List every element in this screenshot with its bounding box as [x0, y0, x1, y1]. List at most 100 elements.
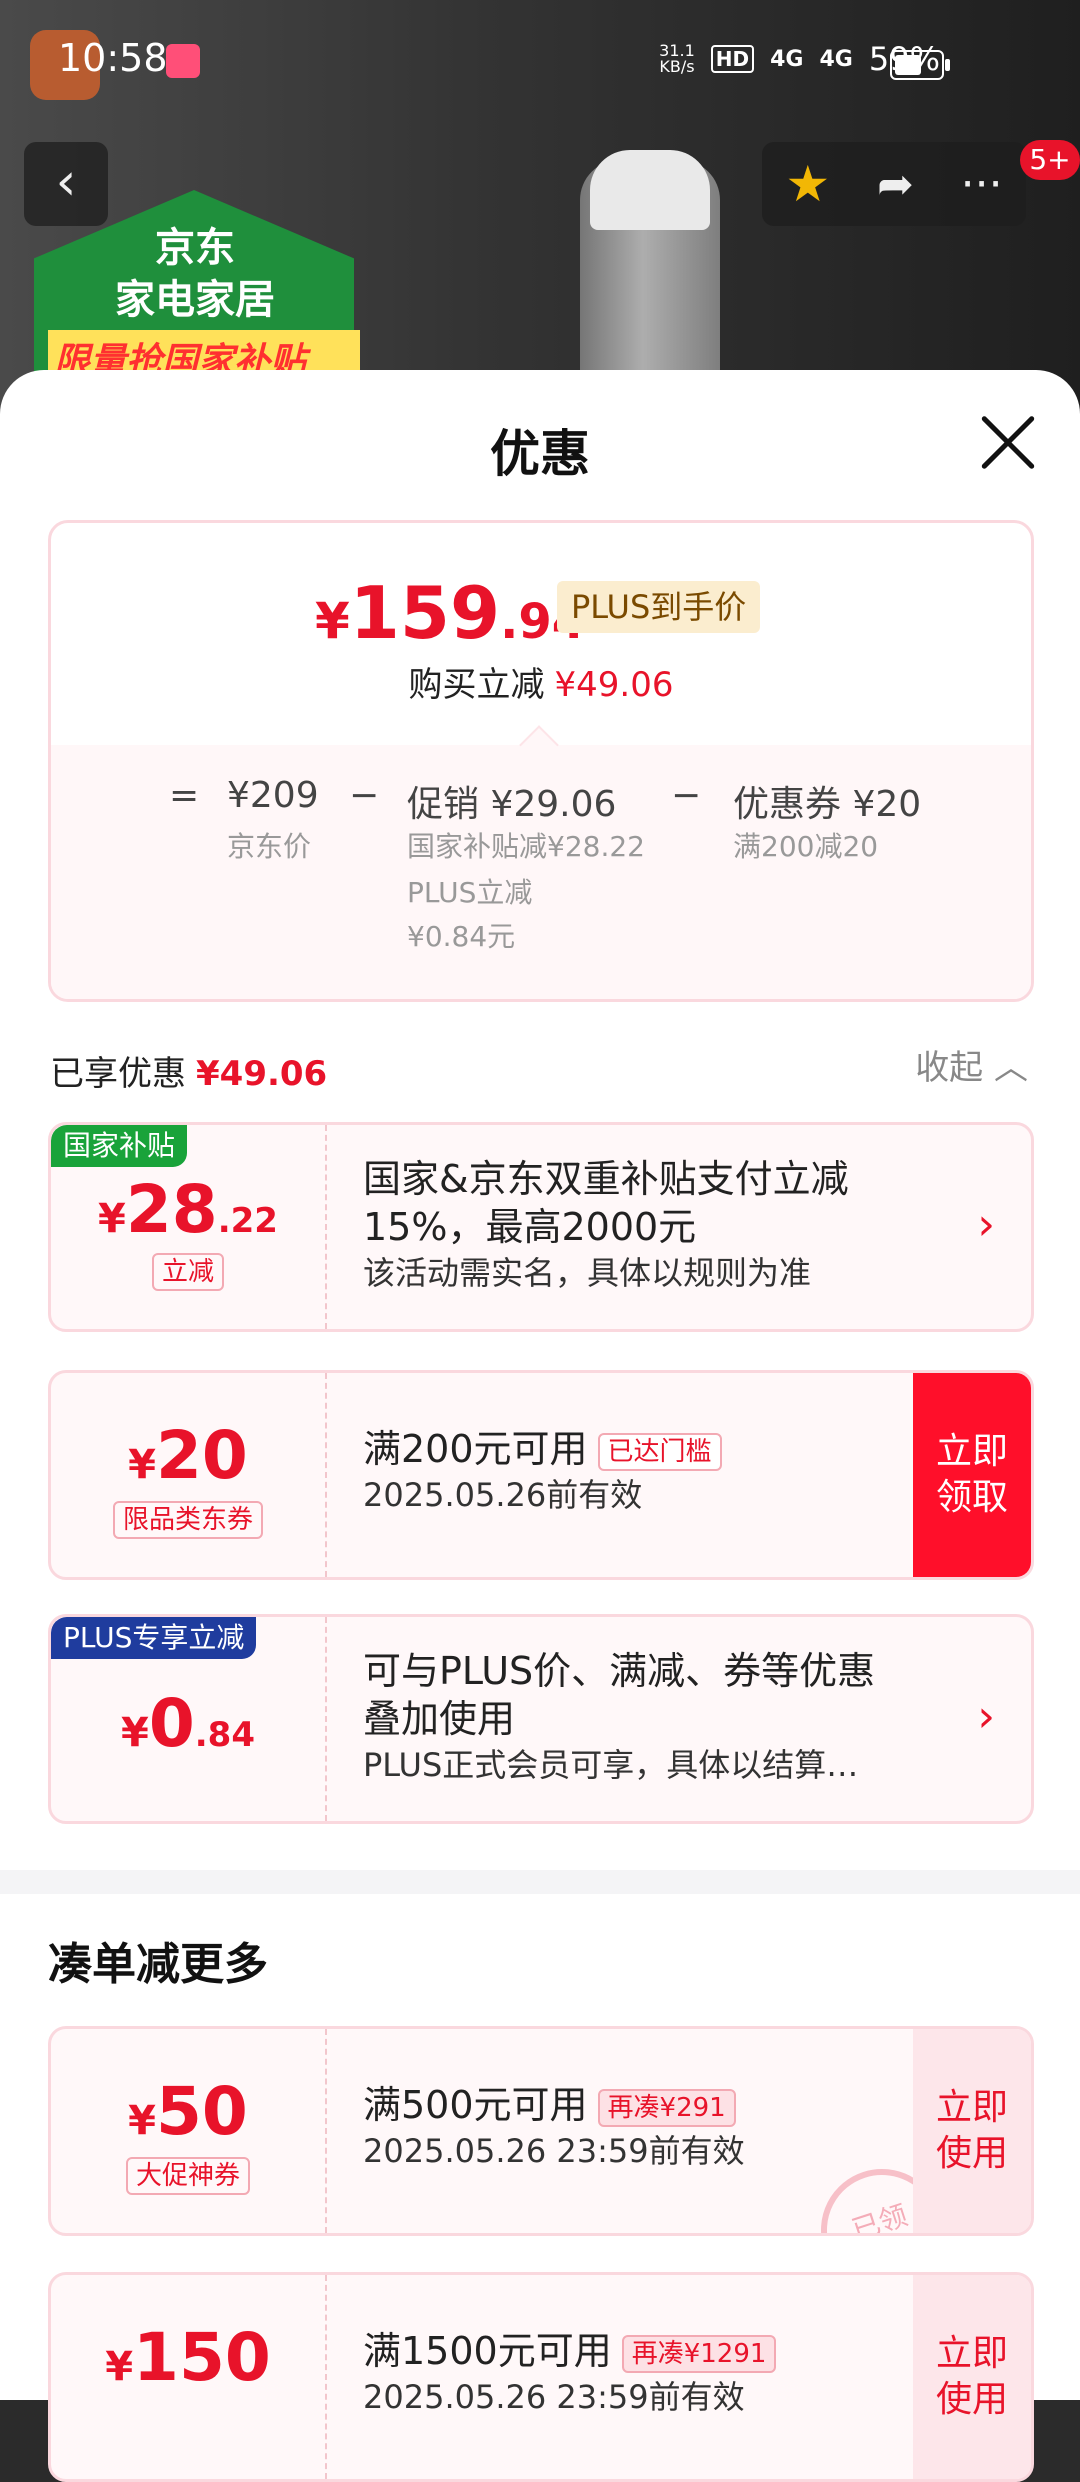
coupon-line1: 满1500元可用 — [363, 2329, 612, 2373]
coupon-validity: 2025.05.26 23:59前有效 — [363, 2378, 745, 2416]
chevron-right-icon[interactable]: › — [977, 1691, 995, 1742]
jd-price: ¥209 — [227, 775, 319, 816]
coupon-validity: 2025.05.26前有效 — [363, 1476, 643, 1514]
coupon-integer: 0 — [148, 1685, 195, 1762]
discount-sheet: 优惠 ¥159.94 PLUS到手价 购买立减 ¥49.06 = ¥209 京东价… — [0, 370, 1080, 2482]
coupon-line1: 满200元可用 — [363, 1427, 588, 1471]
coupon-tag-label: 立减 — [151, 1253, 224, 1291]
buy-reduce-line: 购买立减 ¥49.06 — [51, 657, 1031, 706]
message-badge: 5+ — [1020, 140, 1080, 180]
price-top: ¥159.94 PLUS到手价 购买立减 ¥49.06 — [51, 523, 1031, 745]
coupon-amount: ¥50 — [51, 2073, 325, 2150]
coupon-card-plus[interactable]: PLUS专享立减 ¥0.84 可与PLUS价、满减、券等优惠 叠加使用 PLUS… — [48, 1614, 1034, 1824]
coupon-description: 可与PLUS价、满减、券等优惠 叠加使用 PLUS正式会员可享，具体以结算… — [363, 1647, 943, 1787]
final-price: ¥159.94 — [315, 571, 585, 655]
plus-price-tag: PLUS到手价 — [557, 581, 761, 633]
coupon-integer: 28 — [125, 1171, 218, 1248]
promo-sub-plus: PLUS立减 — [407, 876, 533, 909]
battery-nub — [945, 59, 950, 71]
use-now-button[interactable]: 立即使用 — [913, 2029, 1031, 2233]
net-speed-unit: KB/s — [659, 57, 695, 76]
price-summary-card: ¥159.94 PLUS到手价 购买立减 ¥49.06 = ¥209 京东价 − … — [48, 520, 1034, 1002]
house-line1: 京东 — [155, 225, 235, 271]
house-logo-text: 京东 家电家居 — [60, 222, 330, 326]
coupon-tag: 大促神券 — [51, 2157, 325, 2195]
jd-price-label: 京东价 — [227, 830, 312, 863]
equals-sign: = — [169, 775, 200, 816]
coupon-symbol: ¥ — [128, 1442, 156, 1488]
coupon-amount: ¥150 — [51, 2319, 325, 2396]
coupon-amount: 优惠券 ¥20 — [733, 784, 922, 825]
coupon-card-category: ¥20 限品类东券 满200元可用 已达门槛 2025.05.26前有效 立即领取 — [48, 1370, 1034, 1580]
price-symbol: ¥ — [315, 592, 350, 650]
coupon-tag-label: 限品类东券 — [112, 1501, 263, 1539]
add-more-tag: 再凑¥1291 — [621, 2334, 777, 2373]
coupon-condition: 满200减20 — [733, 830, 879, 863]
signal-icon-2: 4G — [819, 46, 853, 72]
subsidy-corner-tag: 国家补贴 — [51, 1125, 188, 1167]
close-icon[interactable] — [978, 412, 1038, 472]
coupon-integer: 150 — [133, 2319, 271, 2396]
house-line2: 家电家居 — [115, 277, 275, 323]
favorite-star-icon[interactable]: ★ — [785, 155, 830, 213]
collapse-button[interactable]: 收起 ︿ — [915, 1040, 1028, 1089]
coupon-tag: 限品类东券 — [51, 1501, 325, 1539]
use-now-button[interactable]: 立即使用 — [913, 2275, 1031, 2479]
coupon-symbol: ¥ — [128, 2098, 156, 2144]
buy-reduce-amount: ¥49.06 — [554, 665, 674, 705]
status-time: 10:58 — [58, 36, 168, 80]
sheet-title: 优惠 — [490, 425, 590, 483]
coupon-description: 满1500元可用 再凑¥1291 2025.05.26 23:59前有效 — [363, 2327, 943, 2419]
coupon-amount: ¥28.22 — [51, 1171, 325, 1248]
coupon-validity: 2025.05.26 23:59前有效 — [363, 2132, 745, 2170]
coupon-symbol: ¥ — [105, 2344, 134, 2390]
coupon-description: 国家&京东双重补贴支付立减 15%，最高2000元 该活动需实名，具体以规则为准 — [363, 1155, 943, 1295]
claim-now-button[interactable]: 立即领取 — [913, 1373, 1031, 1577]
coupon-description: 满500元可用 再凑¥291 2025.05.26 23:59前有效 — [363, 2081, 943, 2173]
claim-now-label: 立即领取 — [935, 1431, 1008, 1518]
coupon-amount: ¥0.84 — [51, 1685, 325, 1762]
use-now-label: 立即使用 — [935, 2087, 1008, 2174]
chevron-right-icon[interactable]: › — [977, 1199, 995, 1250]
coupon-amount: ¥20 — [51, 1417, 325, 1494]
coupon-line1: 可与PLUS价、满减、券等优惠 — [363, 1649, 876, 1693]
net-speed: 31.1 KB/s — [659, 43, 695, 75]
signal-icon-1: 4G — [770, 46, 804, 72]
coupon-line1: 国家&京东双重补贴支付立减 — [363, 1157, 849, 1201]
threshold-reached-tag: 已达门槛 — [597, 1432, 722, 1471]
minus-sign-1: − — [349, 775, 380, 816]
action-group: ★ ➦ ··· — [762, 142, 1026, 226]
coupon-line1: 满500元可用 — [363, 2083, 588, 2127]
enjoyed-amount: ¥49.06 — [196, 1054, 328, 1094]
coupon-divider — [325, 1373, 327, 1577]
add-more-tag: 再凑¥291 — [597, 2088, 736, 2127]
coupon-divider — [325, 1617, 327, 1821]
coupon-divider — [325, 2275, 327, 2479]
coupon-line2: 叠加使用 — [363, 1697, 516, 1741]
coupon-divider — [325, 1125, 327, 1329]
chevron-left-icon: ‹ — [55, 152, 77, 212]
back-button[interactable]: ‹ — [24, 142, 108, 226]
coupon-card-big-promo: ¥50 大促神券 满500元可用 再凑¥291 2025.05.26 23:59前… — [48, 2026, 1034, 2236]
coupon-tag: 立减 — [51, 1253, 325, 1291]
coupon-symbol: ¥ — [120, 1710, 149, 1756]
coupon-card-1500: ¥150 满1500元可用 再凑¥1291 2025.05.26 23:59前有效… — [48, 2272, 1034, 2482]
coupon-divider — [325, 2029, 327, 2233]
minus-sign-2: − — [671, 775, 702, 816]
coupon-card-subsidy[interactable]: 国家补贴 ¥28.22 立减 国家&京东双重补贴支付立减 15%，最高2000元… — [48, 1122, 1034, 1332]
coupon-symbol: ¥ — [98, 1196, 126, 1242]
coupon-tag-label: 大促神券 — [125, 2157, 250, 2195]
hd-icon: HD — [710, 45, 755, 73]
section-gap — [0, 1870, 1080, 1894]
coupon-integer: 50 — [155, 2073, 248, 2150]
coupon-description: 满200元可用 已达门槛 2025.05.26前有效 — [363, 1425, 943, 1517]
more-section-title: 凑单减更多 — [48, 1939, 268, 1990]
use-now-label: 立即使用 — [935, 2333, 1008, 2420]
share-icon[interactable]: ➦ — [877, 159, 914, 210]
promo-sub-plus-amount: ¥0.84元 — [407, 920, 516, 953]
coupon-sub: 该活动需实名，具体以规则为准 — [363, 1254, 812, 1292]
more-icon[interactable]: ··· — [961, 159, 1003, 210]
enjoyed-label: 已享优惠 — [50, 1054, 186, 1094]
battery-icon — [890, 50, 950, 80]
coupon-line2: 15%，最高2000元 — [363, 1205, 697, 1249]
